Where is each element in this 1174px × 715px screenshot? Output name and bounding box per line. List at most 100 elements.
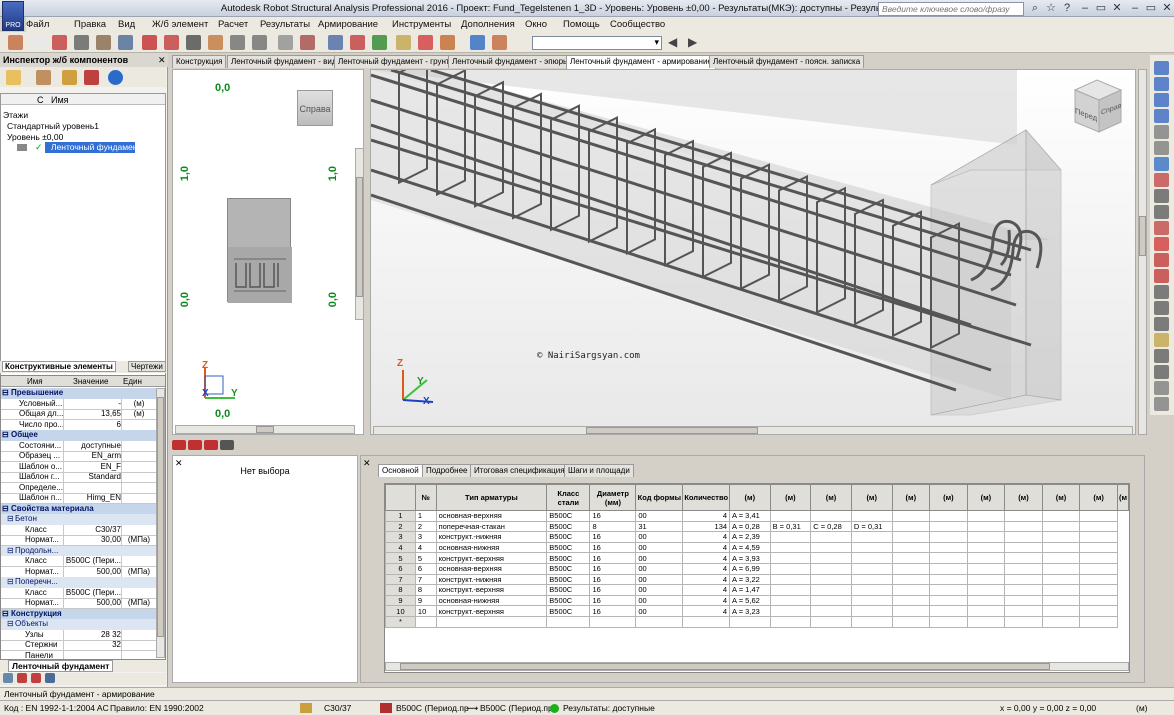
col-header-6[interactable]: (м): [729, 484, 771, 511]
table-cell[interactable]: 00: [635, 541, 684, 554]
arrow-left-icon[interactable]: ◀: [668, 35, 683, 50]
col-header-11[interactable]: (м): [929, 484, 968, 511]
table-cell[interactable]: [1004, 552, 1043, 564]
table-cell[interactable]: [891, 594, 931, 607]
table-cell[interactable]: конструкт.-нижняя: [435, 573, 548, 586]
table-row[interactable]: 5 5 конструкт.-верхняя B500C 16 00 4 A = 3,93: [385, 552, 1129, 564]
star-icon[interactable]: ☆: [1044, 2, 1058, 15]
table-cell[interactable]: [891, 531, 931, 543]
tree-item-floors[interactable]: Этажи: [3, 110, 28, 120]
menu-item-1[interactable]: Правка: [74, 19, 106, 30]
prop-row[interactable]: Состояни... доступные: [1, 440, 156, 452]
table-cell[interactable]: [769, 552, 812, 564]
table-hscrollbar[interactable]: [385, 662, 1129, 671]
table-cell[interactable]: 16: [589, 605, 637, 617]
wrench-icon[interactable]: [470, 35, 485, 50]
table-cell[interactable]: B500C: [546, 531, 591, 543]
side-hscrollbar[interactable]: [175, 425, 355, 434]
table-cell[interactable]: [1041, 605, 1081, 617]
tab-drawings[interactable]: Чертежи: [128, 361, 166, 372]
table-cell[interactable]: 00: [635, 510, 684, 522]
table-cell[interactable]: 4: [682, 531, 731, 543]
prop-value[interactable]: Himg_EN: [63, 493, 121, 503]
help-icon[interactable]: [108, 70, 123, 85]
prop-value[interactable]: -: [63, 399, 121, 409]
table-cell[interactable]: [414, 615, 437, 628]
table-cell[interactable]: 3: [414, 531, 437, 543]
main-vscrollbar[interactable]: [1138, 69, 1147, 435]
search-input[interactable]: Введите ключевое слово/фразу: [878, 2, 1024, 16]
prop-value[interactable]: доступные: [63, 441, 121, 451]
table-cell[interactable]: [966, 584, 1006, 596]
prop-value[interactable]: EN_F: [63, 462, 121, 472]
status-code[interactable]: Код : EN 1992-1-1:2004 AC: [4, 703, 109, 713]
prop-row[interactable]: ⊟ Конструкция: [1, 608, 156, 619]
prop-row[interactable]: Нормат... 30,00 (МПа): [1, 535, 156, 546]
table-cell[interactable]: 8: [385, 584, 416, 596]
tab-2[interactable]: Ленточный фундамент - грунт: [334, 55, 454, 68]
table-cell[interactable]: [891, 510, 931, 522]
table-cell[interactable]: [1004, 541, 1043, 554]
table-cell[interactable]: [929, 615, 968, 628]
status-concrete[interactable]: C30/37: [324, 703, 351, 713]
app-logo[interactable]: PRO: [2, 1, 24, 31]
prop-row[interactable]: ⊟ Бетон: [1, 514, 156, 525]
tools-icon[interactable]: [418, 35, 433, 50]
tools-icon[interactable]: [36, 70, 51, 85]
toolbar-combo[interactable]: [532, 36, 662, 50]
save-icon[interactable]: [52, 35, 67, 50]
menu-item-10[interactable]: Помощь: [563, 19, 600, 30]
settings-icon[interactable]: [440, 35, 455, 50]
camera-icon[interactable]: [118, 35, 133, 50]
status-steel-1[interactable]: B500C (Период.пр: [396, 703, 469, 713]
table-row[interactable]: 9 9 основная-нижняя B500C 16 00 4 A = 5,62: [385, 594, 1129, 607]
table-cell[interactable]: [850, 510, 893, 522]
restore-icon[interactable]: ▭: [1094, 2, 1108, 15]
table-cell[interactable]: [929, 510, 968, 522]
subtab-3[interactable]: Шаги и площади: [564, 464, 634, 477]
right-tool-icon-17[interactable]: [1154, 333, 1169, 347]
table-row[interactable]: 7 7 конструкт.-нижняя B500C 16 00 4 A = 3,22: [385, 573, 1129, 586]
prop-row[interactable]: Класс B500C (Пери...: [1, 556, 156, 567]
table-cell[interactable]: [1079, 552, 1118, 564]
table-cell[interactable]: [891, 552, 931, 564]
table-cell[interactable]: A = 5,62: [729, 594, 771, 607]
table-cell[interactable]: [1079, 573, 1118, 586]
table-row[interactable]: 4 4 основная-нижняя B500C 16 00 4 A = 4,59: [385, 541, 1129, 554]
col-header-12[interactable]: (м): [966, 484, 1006, 511]
view-3d[interactable]: © NairiSargsyan.com Перед Справ Z Y X: [370, 69, 1136, 435]
right-tool-icon-10[interactable]: [1154, 221, 1169, 235]
col-header-3[interactable]: Диаметр (мм): [589, 484, 637, 511]
right-tool-icon-8[interactable]: [1154, 189, 1169, 203]
table-cell[interactable]: [810, 541, 852, 554]
table-row[interactable]: 1 1 основная-верхняя B500C 16 00 4 A = 3,41: [385, 510, 1129, 522]
tab-3[interactable]: Ленточный фундамент - эпюры: [448, 55, 573, 68]
prop-value[interactable]: EN_arm: [63, 451, 121, 461]
list-icon[interactable]: [3, 673, 13, 683]
table-cell[interactable]: [1041, 552, 1081, 564]
table-cell[interactable]: 16: [589, 562, 637, 575]
menu-item-4[interactable]: Расчет: [218, 19, 248, 30]
arrow-right-icon[interactable]: ▶: [688, 35, 703, 50]
table-cell[interactable]: [1041, 615, 1081, 628]
zoom-fit-icon[interactable]: [372, 35, 387, 50]
table-cell[interactable]: [810, 531, 852, 543]
table-cell[interactable]: [729, 615, 771, 628]
props-scrollbar[interactable]: [156, 388, 165, 658]
col-header-5[interactable]: Количество: [682, 484, 731, 511]
table-cell[interactable]: [1004, 594, 1043, 607]
cut-icon[interactable]: [164, 35, 179, 50]
table-cell[interactable]: конструкт.-верхняя: [435, 584, 548, 596]
table-cell[interactable]: [891, 584, 931, 596]
col-header-8[interactable]: (м): [810, 484, 852, 511]
table-cell[interactable]: [929, 520, 968, 533]
table-cell[interactable]: A = 3,93: [729, 552, 771, 564]
table-cell[interactable]: 9: [385, 594, 416, 607]
table-cell[interactable]: 4: [682, 573, 731, 586]
table-cell[interactable]: 5: [414, 552, 437, 564]
table-cell[interactable]: 16: [589, 573, 637, 586]
table-cell[interactable]: [1004, 562, 1043, 575]
table-cell[interactable]: 4: [682, 562, 731, 575]
table-cell[interactable]: [966, 552, 1006, 564]
table-cell[interactable]: [1004, 605, 1043, 617]
